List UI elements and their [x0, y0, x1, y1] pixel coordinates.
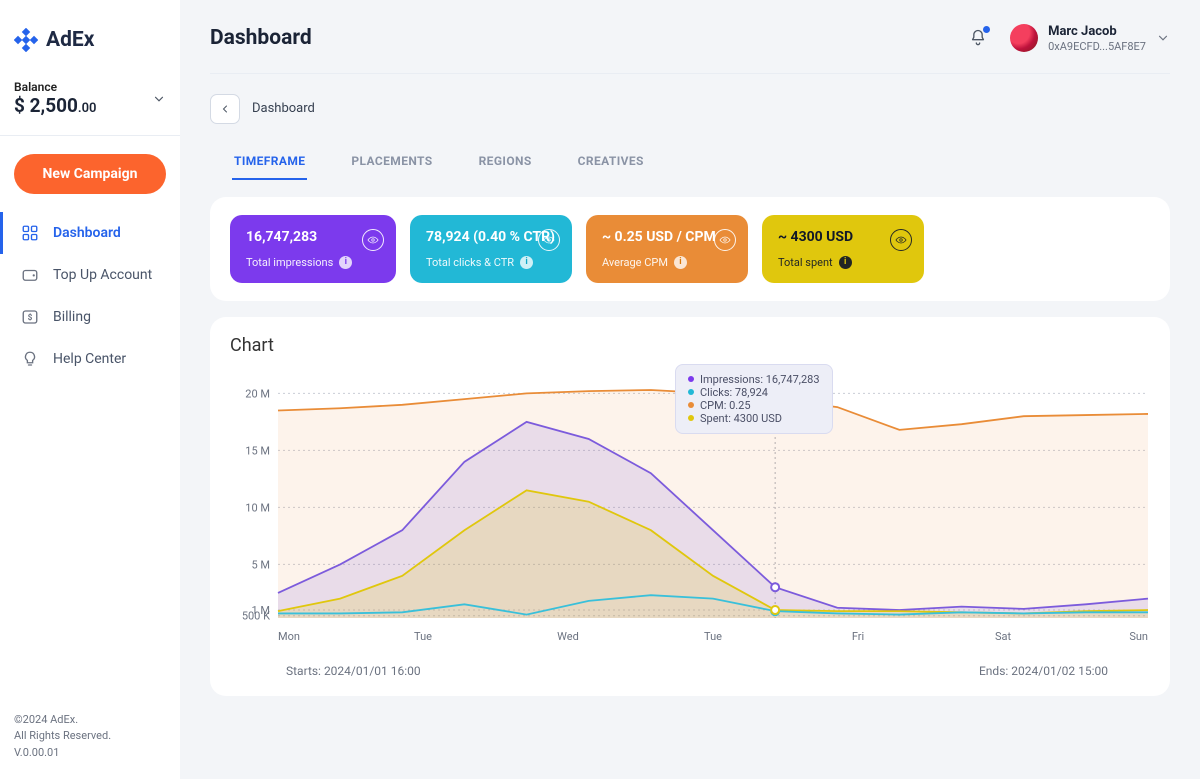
logo-text: AdEx: [46, 28, 94, 52]
svg-text:10 M: 10 M: [245, 501, 270, 514]
svg-text:20 M: 20 M: [245, 387, 270, 400]
metrics-panel: 16,747,283 Total impressionsi 78,924 (0.…: [210, 197, 1170, 301]
user-address: 0xA9ECFD...5AF8E7: [1048, 40, 1146, 53]
tab-regions[interactable]: REGIONS: [477, 144, 534, 180]
sidebar-item-top-up-account[interactable]: Top Up Account: [0, 254, 180, 296]
tabs: TIMEFRAME PLACEMENTS REGIONS CREATIVES: [232, 144, 1170, 181]
topbar: Dashboard Marc Jacob 0xA9ECFD...5AF8E7: [210, 24, 1170, 74]
breadcrumb: Dashboard: [252, 101, 315, 116]
tab-creatives[interactable]: CREATIVES: [576, 144, 646, 180]
new-campaign-button[interactable]: New Campaign: [14, 154, 166, 194]
chevron-down-icon: [152, 92, 166, 106]
svg-text:Tue: Tue: [414, 630, 432, 643]
metric-value: ~ 0.25 USD / CPM: [602, 229, 732, 245]
page-title: Dashboard: [210, 26, 312, 50]
sidebar-item-label: Billing: [53, 309, 91, 325]
svg-text:Wed: Wed: [557, 630, 579, 643]
sidebar-item-dashboard[interactable]: Dashboard: [0, 212, 180, 254]
wallet-icon: [21, 266, 39, 284]
logo: AdEx: [0, 0, 180, 74]
chevron-left-icon: [219, 103, 231, 115]
sidebar-item-label: Help Center: [53, 351, 126, 367]
notification-dot: [983, 26, 990, 33]
chevron-down-icon: [1156, 31, 1170, 45]
bulb-icon: [21, 350, 39, 368]
info-icon: i: [520, 256, 533, 269]
info-icon: i: [839, 256, 852, 269]
sidebar-item-billing[interactable]: $ Billing: [0, 296, 180, 338]
nav: Dashboard Top Up Account $ Billing Help Cent…: [0, 212, 180, 380]
eye-icon[interactable]: [890, 229, 912, 251]
breadcrumb-row: Dashboard: [210, 94, 1170, 124]
info-icon: i: [674, 256, 687, 269]
metric-label: Total spenti: [778, 256, 908, 269]
chart-start-label: Starts: 2024/01/01 16:00: [286, 664, 421, 678]
tab-placements[interactable]: PLACEMENTS: [349, 144, 434, 180]
balance-amount: $ 2,500.00: [14, 94, 96, 117]
chart-panel: Chart 20 M15 M10 M5 M1 M500 KMonTueWedTu…: [210, 317, 1170, 696]
back-button[interactable]: [210, 94, 240, 124]
svg-text:Sat: Sat: [995, 630, 1012, 643]
eye-icon[interactable]: [362, 229, 384, 251]
eye-icon[interactable]: [714, 229, 736, 251]
metric-value: ~ 4300 USD: [778, 229, 908, 245]
dollar-icon: $: [21, 308, 39, 326]
svg-text:Sun: Sun: [1129, 630, 1148, 643]
metric-value: 78,924 (0.40 % CTR): [426, 229, 556, 245]
svg-text:$: $: [28, 312, 33, 323]
footer-note: ©2024 AdEx. All Rights Reserved. V.0.00.…: [0, 696, 180, 779]
chart-end-label: Ends: 2024/01/02 15:00: [979, 664, 1108, 678]
tab-timeframe[interactable]: TIMEFRAME: [232, 144, 307, 180]
sidebar: AdEx Balance $ 2,500.00 New Campaign Das…: [0, 0, 180, 779]
metric-label: Total clicks & CTRi: [426, 256, 556, 269]
user-menu[interactable]: Marc Jacob 0xA9ECFD...5AF8E7: [1010, 24, 1170, 53]
balance-block[interactable]: Balance $ 2,500.00: [0, 74, 180, 136]
sidebar-item-help-center[interactable]: Help Center: [0, 338, 180, 380]
sidebar-item-label: Top Up Account: [53, 267, 152, 283]
svg-text:500 K: 500 K: [242, 610, 270, 623]
svg-text:Fri: Fri: [852, 630, 864, 643]
metric-value: 16,747,283: [246, 229, 380, 245]
balance-label: Balance: [14, 80, 96, 94]
metric-label: Average CPMi: [602, 256, 732, 269]
metric-card-yellow[interactable]: ~ 4300 USD Total spenti: [762, 215, 924, 283]
metric-label: Total impressionsi: [246, 256, 380, 269]
chart-range-labels: Starts: 2024/01/01 16:00 Ends: 2024/01/0…: [230, 658, 1150, 678]
svg-text:Tue: Tue: [704, 630, 722, 643]
metric-card-cyan[interactable]: 78,924 (0.40 % CTR) Total clicks & CTRi: [410, 215, 572, 283]
svg-text:15 M: 15 M: [245, 444, 270, 457]
user-area: Marc Jacob 0xA9ECFD...5AF8E7: [968, 24, 1170, 53]
metric-card-orange[interactable]: ~ 0.25 USD / CPM Average CPMi: [586, 215, 748, 283]
svg-text:Mon: Mon: [278, 630, 300, 643]
metric-card-purple[interactable]: 16,747,283 Total impressionsi: [230, 215, 396, 283]
eye-icon[interactable]: [538, 229, 560, 251]
user-name: Marc Jacob: [1048, 24, 1146, 40]
svg-text:5 M: 5 M: [251, 558, 270, 571]
grid-icon: [21, 224, 39, 242]
logo-icon: [14, 28, 38, 52]
info-icon: i: [339, 256, 352, 269]
notifications-button[interactable]: [968, 28, 988, 48]
chart-title: Chart: [230, 335, 1150, 356]
sidebar-item-label: Dashboard: [53, 225, 121, 241]
main: Dashboard Marc Jacob 0xA9ECFD...5AF8E7: [180, 0, 1200, 779]
chart-tooltip: Impressions: 16,747,283 Clicks: 78,924 C…: [675, 364, 833, 434]
avatar: [1010, 24, 1038, 52]
